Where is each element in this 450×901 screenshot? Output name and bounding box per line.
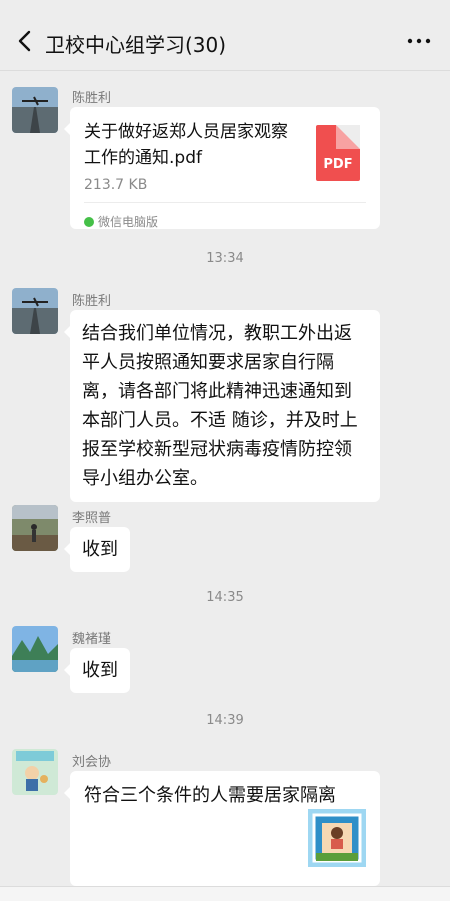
avatar-landscape[interactable] <box>12 626 58 672</box>
sender-name: 陈胜利 <box>72 294 112 309</box>
more-options-icon[interactable] <box>406 28 432 54</box>
timestamp: 14:35 <box>206 590 244 605</box>
avatar-cartoon[interactable] <box>12 749 58 795</box>
chat-header: 卫校中心组学习(30) <box>0 14 450 71</box>
back-icon[interactable] <box>12 28 38 54</box>
message-bubble[interactable]: 收到 <box>64 648 130 693</box>
divider <box>84 202 366 203</box>
sender-name: 魏褚瑾 <box>72 632 112 647</box>
message-bubble[interactable]: 符合三个条件的人需要居家隔离 <box>64 771 380 886</box>
sender-name: 刘会协 <box>72 755 112 770</box>
file-message-card[interactable]: 关于做好返郑人员居家观察工作的通知.pdf 213.7 KB PDF 微信电脑版 <box>64 107 380 229</box>
sender-name: 李照普 <box>72 511 112 526</box>
sticker-image[interactable] <box>308 809 366 867</box>
file-source: 微信电脑版 <box>84 208 158 237</box>
file-size: 213.7 KB <box>84 177 148 193</box>
chat-area[interactable]: 陈胜利 关于做好返郑人员居家观察工作的通知.pdf 213.7 KB PDF 微… <box>0 71 450 900</box>
pdf-file-icon: PDF <box>316 125 360 181</box>
chat-title: 卫校中心组学习(30) <box>45 33 227 57</box>
pdf-label: PDF <box>323 157 353 172</box>
timestamp: 13:34 <box>206 251 244 266</box>
input-bar-edge <box>0 886 450 901</box>
avatar-airplane[interactable] <box>12 87 58 133</box>
wechat-icon <box>84 217 94 227</box>
avatar-person-outdoor[interactable] <box>12 505 58 551</box>
avatar-airplane[interactable] <box>12 288 58 334</box>
message-bubble[interactable]: 结合我们单位情况，教职工外出返平人员按照通知要求居家自行隔离，请各部门将此精神迅… <box>64 310 380 502</box>
file-name: 关于做好返郑人员居家观察工作的通知.pdf <box>84 122 288 168</box>
timestamp: 14:39 <box>206 713 244 728</box>
message-text: 符合三个条件的人需要居家隔离 <box>84 785 336 806</box>
sender-name: 陈胜利 <box>72 91 112 106</box>
message-bubble[interactable]: 收到 <box>64 527 130 572</box>
status-bar <box>0 0 450 14</box>
